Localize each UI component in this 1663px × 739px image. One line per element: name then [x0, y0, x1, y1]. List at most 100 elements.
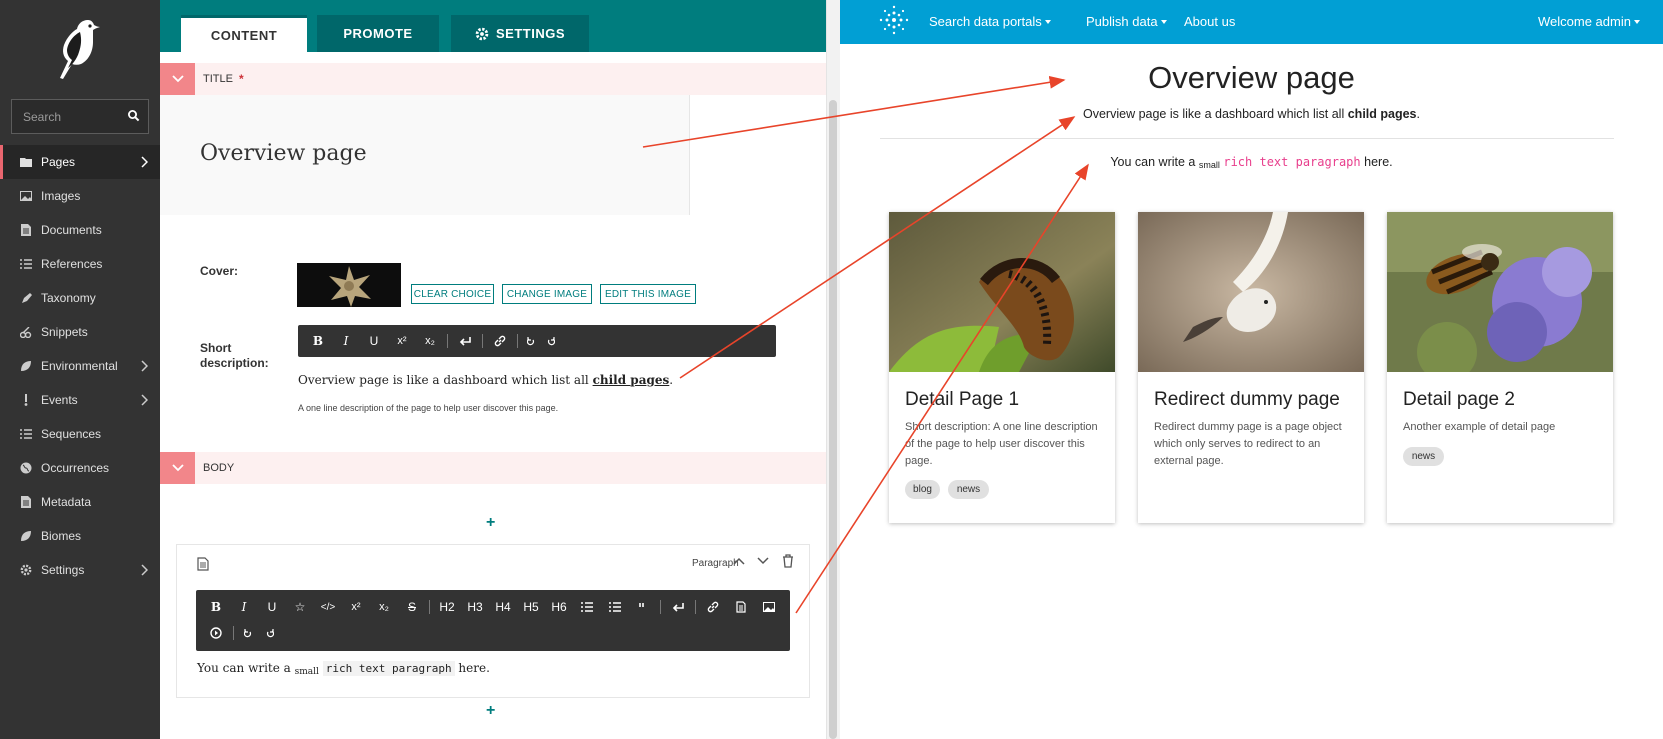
sidebar-item-environmental[interactable]: Environmental: [0, 349, 160, 383]
tab-label: PROMOTE: [343, 26, 413, 41]
sidebar-item-occurrences[interactable]: Occurrences: [0, 451, 160, 485]
cover-thumbnail[interactable]: [297, 263, 401, 307]
sidebar-item-taxonomy[interactable]: Taxonomy: [0, 281, 160, 315]
nav-publish-data[interactable]: Publish data: [1086, 14, 1167, 29]
bullet-list-button[interactable]: [604, 594, 626, 620]
line-break-button[interactable]: [667, 594, 689, 620]
subscript-button[interactable]: x₂: [373, 594, 395, 620]
collapse-toggle[interactable]: [160, 452, 195, 484]
title-field[interactable]: Overview page: [160, 95, 690, 215]
subscript-button[interactable]: x₂: [419, 330, 441, 352]
add-block-button[interactable]: +: [486, 702, 495, 720]
h5-button[interactable]: H5: [520, 594, 542, 620]
sidebar-item-biomes[interactable]: Biomes: [0, 519, 160, 553]
trash-icon[interactable]: [782, 554, 794, 568]
image-button[interactable]: [758, 594, 780, 620]
quote-icon: [639, 603, 644, 607]
nav-label: Search data portals: [929, 14, 1042, 29]
blockquote-button[interactable]: [632, 594, 654, 620]
underline-button[interactable]: U: [261, 594, 283, 620]
card-detail-page-1[interactable]: Detail Page 1 Short description: A one l…: [889, 212, 1115, 523]
scrollbar-thumb[interactable]: [829, 100, 837, 739]
change-image-button[interactable]: CHANGE IMAGE: [502, 284, 592, 304]
link-button[interactable]: [702, 594, 724, 620]
h4-button[interactable]: H4: [492, 594, 514, 620]
sidebar-item-settings[interactable]: Settings: [0, 553, 160, 587]
link-button[interactable]: [489, 330, 511, 352]
card-description: Another example of detail page: [1403, 421, 1556, 433]
nav-search-portals[interactable]: Search data portals: [929, 14, 1051, 29]
bold-button[interactable]: B: [307, 330, 329, 352]
tab-content[interactable]: CONTENT: [181, 15, 307, 52]
card-detail-page-2[interactable]: Detail page 2 Another example of detail …: [1387, 212, 1613, 523]
line-break-button[interactable]: [454, 330, 476, 352]
wagtail-logo[interactable]: [50, 14, 106, 80]
search-icon[interactable]: [127, 109, 140, 122]
code-button[interactable]: </>: [317, 594, 339, 620]
sidebar-item-label: Events: [41, 393, 78, 407]
paragraph-editor[interactable]: You can write a small rich text paragrap…: [197, 661, 490, 677]
move-down-icon[interactable]: [757, 557, 769, 565]
redo-button[interactable]: [544, 330, 558, 352]
italic-button[interactable]: I: [335, 330, 357, 352]
highlight-button[interactable]: ☆: [289, 594, 311, 620]
rich-text-paragraph: You can write a small rich text paragrap…: [840, 155, 1663, 170]
tab-promote[interactable]: PROMOTE: [317, 15, 439, 52]
sidebar-item-metadata[interactable]: Metadata: [0, 485, 160, 519]
globe-icon: [20, 462, 32, 474]
redo-button[interactable]: [262, 620, 278, 646]
underline-button[interactable]: U: [363, 330, 385, 352]
folder-icon: [20, 156, 32, 168]
sidebar-item-label: Images: [41, 189, 81, 203]
undo-icon: [527, 336, 535, 345]
document-link-button[interactable]: [730, 594, 752, 620]
sidebar-item-snippets[interactable]: Snippets: [0, 315, 160, 349]
embed-button[interactable]: [205, 620, 227, 646]
tag-news[interactable]: news: [948, 480, 989, 499]
title-input-value: Overview page: [200, 141, 367, 166]
undo-button[interactable]: [240, 620, 256, 646]
sidebar-search[interactable]: Search: [11, 99, 149, 134]
edit-this-image-button[interactable]: EDIT THIS IMAGE: [600, 284, 696, 304]
sidebar-item-label: Taxonomy: [41, 291, 96, 305]
list-icon: [20, 258, 32, 270]
tag-blog[interactable]: blog: [905, 480, 940, 499]
redo-icon: [547, 336, 555, 345]
sidebar-item-label: Snippets: [41, 325, 88, 339]
button-label: EDIT THIS IMAGE: [605, 288, 691, 300]
toolbar-divider: [233, 626, 234, 640]
ordered-list-button[interactable]: [576, 594, 598, 620]
tag-news[interactable]: news: [1403, 447, 1444, 466]
sidebar-item-documents[interactable]: Documents: [0, 213, 160, 247]
nav-about-us[interactable]: About us: [1184, 14, 1235, 29]
sidebar-item-sequences[interactable]: Sequences: [0, 417, 160, 451]
clear-choice-button[interactable]: CLEAR CHOICE: [411, 284, 494, 304]
admin-sidebar: Search Pages Images Documents References…: [0, 0, 160, 739]
strikethrough-button[interactable]: S: [401, 594, 423, 620]
sidebar-item-label: Environmental: [41, 359, 118, 373]
bold-button[interactable]: B: [205, 594, 227, 620]
h6-button[interactable]: H6: [548, 594, 570, 620]
superscript-button[interactable]: x²: [345, 594, 367, 620]
nav-welcome-menu[interactable]: Welcome admin: [1538, 14, 1640, 29]
sidebar-item-images[interactable]: Images: [0, 179, 160, 213]
paragraph-text: You can write a: [1110, 155, 1196, 169]
site-logo[interactable]: [878, 4, 910, 36]
card-redirect-dummy-page[interactable]: Redirect dummy page Redirect dummy page …: [1138, 212, 1364, 523]
h2-button[interactable]: H2: [436, 594, 458, 620]
sidebar-item-pages[interactable]: Pages: [0, 145, 160, 179]
sidebar-item-references[interactable]: References: [0, 247, 160, 281]
add-block-button[interactable]: +: [486, 514, 495, 532]
document-icon: [197, 557, 209, 571]
move-up-icon[interactable]: [733, 557, 745, 565]
tab-settings[interactable]: SETTINGS: [451, 15, 589, 52]
sidebar-item-events[interactable]: Events: [0, 383, 160, 417]
superscript-button[interactable]: x²: [391, 330, 413, 352]
h3-button[interactable]: H3: [464, 594, 486, 620]
short-description-editor[interactable]: Overview page is like a dashboard which …: [298, 373, 673, 387]
child-pages-link[interactable]: child pages: [593, 373, 670, 387]
italic-button[interactable]: I: [233, 594, 255, 620]
undo-button[interactable]: [524, 330, 538, 352]
collapse-toggle[interactable]: [160, 63, 195, 95]
nav-label: Publish data: [1086, 14, 1158, 29]
